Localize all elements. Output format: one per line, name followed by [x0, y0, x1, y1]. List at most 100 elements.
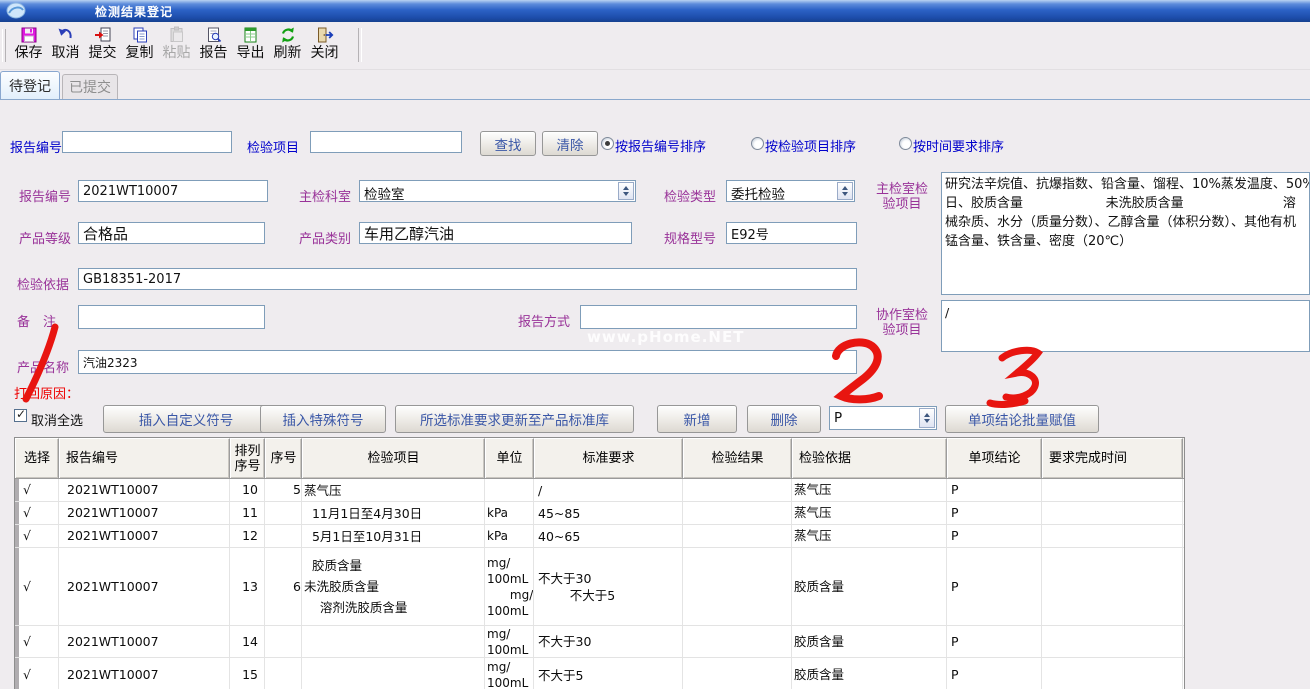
find-button[interactable]: 查找: [480, 131, 536, 156]
radio-sort-by-item[interactable]: [751, 137, 764, 150]
report-no-input[interactable]: [78, 180, 268, 202]
report-method-input[interactable]: [580, 305, 857, 329]
cell-r2-c7[interactable]: [683, 525, 792, 547]
table-row[interactable]: √2021WT1000715mg/ 100mL不大于5胶质含量P: [15, 658, 1184, 689]
main-dept-combo[interactable]: 检验室: [359, 180, 636, 202]
toolbar-button-refresh[interactable]: 刷新: [269, 22, 306, 62]
select-all-checkbox[interactable]: ✓: [14, 409, 27, 422]
cell-r3-c7[interactable]: [683, 548, 792, 625]
cell-r0-c5[interactable]: [485, 479, 534, 501]
radio-sort-by-time[interactable]: [899, 137, 912, 150]
cell-r3-c0[interactable]: √: [15, 548, 59, 625]
cell-r3-c2[interactable]: 13: [230, 548, 265, 625]
cell-r0-c1[interactable]: 2021WT10007: [59, 479, 230, 501]
cell-r1-c1[interactable]: 2021WT10007: [59, 502, 230, 524]
cell-r1-c6[interactable]: 45~85: [534, 502, 683, 524]
col-header-5[interactable]: 单位: [485, 438, 534, 478]
radio-sort-by-report-no[interactable]: [601, 137, 614, 150]
batch-conclusion-button[interactable]: 单项结论批量赋值: [945, 405, 1099, 433]
cell-r5-c2[interactable]: 15: [230, 658, 265, 689]
add-button[interactable]: 新增: [657, 405, 737, 433]
cell-r3-c9[interactable]: P: [947, 548, 1042, 625]
cell-r2-c0[interactable]: √: [15, 525, 59, 547]
cell-r0-c8[interactable]: 蒸气压: [792, 479, 947, 501]
insert-special-symbol-button[interactable]: 插入特殊符号: [260, 405, 386, 433]
spinner-icon[interactable]: [919, 408, 935, 428]
cell-r2-c10[interactable]: [1042, 525, 1183, 547]
cell-r3-c3[interactable]: 6: [265, 548, 302, 625]
col-header-9[interactable]: 单项结论: [947, 438, 1042, 478]
col-header-4[interactable]: 检验项目: [302, 438, 485, 478]
radio-label-sort-by-report-no[interactable]: 按报告编号排序: [615, 136, 706, 155]
conclusion-combo[interactable]: P: [829, 406, 937, 430]
table-row[interactable]: √2021WT1000714mg/ 100mL不大于30胶质含量P: [15, 626, 1184, 658]
cell-r3-c5[interactable]: mg/ 100mL mg/ 100mL: [485, 548, 534, 625]
cell-r1-c5[interactable]: kPa: [485, 502, 534, 524]
cell-r1-c8[interactable]: 蒸气压: [792, 502, 947, 524]
radio-label-sort-by-time[interactable]: 按时间要求排序: [913, 136, 1004, 155]
cell-r0-c2[interactable]: 10: [230, 479, 265, 501]
tab-pending[interactable]: 待登记: [0, 71, 60, 99]
toolbar-button-save[interactable]: 保存: [10, 22, 47, 62]
search-item-input[interactable]: [310, 131, 462, 153]
tab-submitted[interactable]: 已提交: [62, 74, 118, 99]
cell-r0-c3[interactable]: 5: [265, 479, 302, 501]
col-header-7[interactable]: 检验结果: [683, 438, 792, 478]
category-input[interactable]: [359, 222, 632, 244]
delete-button[interactable]: 删除: [747, 405, 821, 433]
cell-r5-c9[interactable]: P: [947, 658, 1042, 689]
toolbar-button-export[interactable]: 导出: [232, 22, 269, 62]
cell-r1-c4[interactable]: 11月1日至4月30日: [302, 502, 485, 524]
grade-input[interactable]: [78, 222, 265, 244]
cell-r1-c10[interactable]: [1042, 502, 1183, 524]
cell-r2-c4[interactable]: 5月1日至10月31日: [302, 525, 485, 547]
cell-r0-c9[interactable]: P: [947, 479, 1042, 501]
toolbar-button-report[interactable]: 报告: [195, 22, 232, 62]
toolbar-button-submit[interactable]: 提交: [84, 22, 121, 62]
search-report-no-input[interactable]: [62, 131, 232, 153]
col-header-0[interactable]: 选择: [15, 438, 59, 478]
cell-r0-c10[interactable]: [1042, 479, 1183, 501]
cell-r1-c0[interactable]: √: [15, 502, 59, 524]
col-header-2[interactable]: 排列 序号: [230, 438, 265, 478]
cell-r4-c9[interactable]: P: [947, 626, 1042, 657]
cell-r5-c10[interactable]: [1042, 658, 1183, 689]
coop-items-textarea[interactable]: /: [941, 300, 1310, 352]
main-items-textarea[interactable]: 研究法辛烷值、抗爆指数、铅含量、馏程、10%蒸发温度、50%蒸 日、胶质含量 未…: [941, 172, 1310, 295]
cell-r2-c5[interactable]: kPa: [485, 525, 534, 547]
cell-r5-c0[interactable]: √: [15, 658, 59, 689]
cell-r0-c0[interactable]: √: [15, 479, 59, 501]
cell-r5-c4[interactable]: [302, 658, 485, 689]
cell-r4-c1[interactable]: 2021WT10007: [59, 626, 230, 657]
toolbar-button-copy[interactable]: 复制: [121, 22, 158, 62]
clear-button[interactable]: 清除: [542, 131, 598, 156]
spinner-icon[interactable]: [618, 182, 634, 200]
cell-r2-c2[interactable]: 12: [230, 525, 265, 547]
cell-r4-c7[interactable]: [683, 626, 792, 657]
spec-input[interactable]: [726, 222, 857, 244]
cell-r4-c5[interactable]: mg/ 100mL: [485, 626, 534, 657]
col-header-1[interactable]: 报告编号: [59, 438, 230, 478]
table-row[interactable]: √2021WT1000711 11月1日至4月30日kPa45~85蒸气压P: [15, 502, 1184, 525]
insert-custom-symbol-button[interactable]: 插入自定义符号: [103, 405, 269, 433]
remark-input[interactable]: [78, 305, 265, 329]
col-header-8[interactable]: 检验依据: [792, 438, 947, 478]
table-row[interactable]: √2021WT10007105蒸气压/蒸气压P: [15, 479, 1184, 502]
update-standards-button[interactable]: 所选标准要求更新至产品标准库: [395, 405, 634, 433]
cell-r5-c3[interactable]: [265, 658, 302, 689]
cell-r0-c4[interactable]: 蒸气压: [302, 479, 485, 501]
table-row[interactable]: √2021WT1000712 5月1日至10月31日kPa40~65蒸气压P: [15, 525, 1184, 548]
product-name-input[interactable]: [78, 350, 857, 374]
col-header-10[interactable]: 要求完成时间: [1042, 438, 1183, 478]
cell-r0-c7[interactable]: [683, 479, 792, 501]
cell-r3-c10[interactable]: [1042, 548, 1183, 625]
cell-r5-c5[interactable]: mg/ 100mL: [485, 658, 534, 689]
cell-r4-c10[interactable]: [1042, 626, 1183, 657]
cell-r2-c6[interactable]: 40~65: [534, 525, 683, 547]
cell-r2-c1[interactable]: 2021WT10007: [59, 525, 230, 547]
cell-r2-c8[interactable]: 蒸气压: [792, 525, 947, 547]
cell-r4-c6[interactable]: 不大于30: [534, 626, 683, 657]
cell-r4-c3[interactable]: [265, 626, 302, 657]
cell-r3-c4[interactable]: 胶质含量 未洗胶质含量 溶剂洗胶质含量: [302, 548, 485, 625]
cell-r5-c1[interactable]: 2021WT10007: [59, 658, 230, 689]
